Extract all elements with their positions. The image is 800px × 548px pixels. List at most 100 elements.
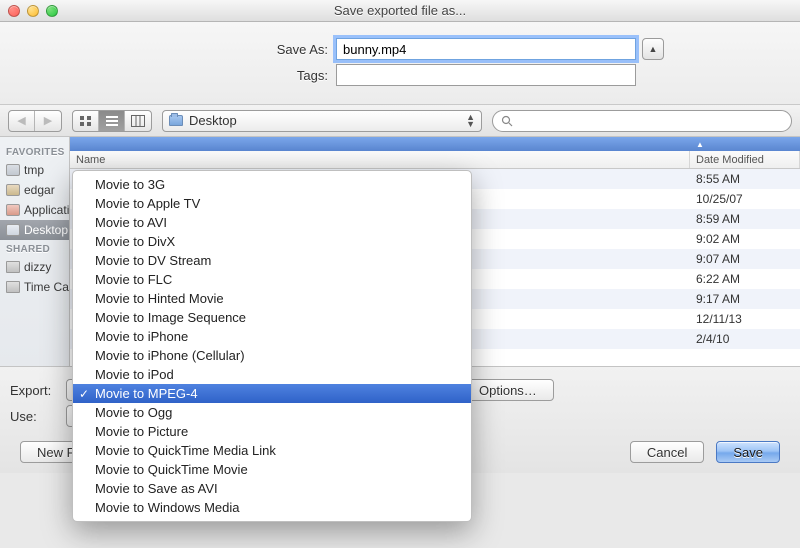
- chevron-left-icon: ◀: [17, 114, 25, 127]
- menu-item[interactable]: Movie to Picture: [73, 422, 471, 441]
- menu-item[interactable]: Movie to iPhone (Cellular): [73, 346, 471, 365]
- list-view-button[interactable]: [99, 111, 125, 131]
- nav-segment: ◀ ▶: [8, 110, 62, 132]
- sidebar-item-label: Desktop: [24, 223, 68, 237]
- menu-item[interactable]: Movie to Hinted Movie: [73, 289, 471, 308]
- menu-item[interactable]: Movie to QuickTime Movie: [73, 460, 471, 479]
- expand-browser-button[interactable]: ▲: [642, 38, 664, 60]
- sidebar-item[interactable]: edgar: [0, 180, 69, 200]
- back-button[interactable]: ◀: [9, 111, 35, 131]
- cell-date: 9:17 AM: [690, 292, 800, 306]
- cancel-button[interactable]: Cancel: [630, 441, 704, 463]
- sidebar-item[interactable]: dizzy: [0, 257, 69, 277]
- menu-item-label: Movie to QuickTime Movie: [95, 462, 248, 477]
- tags-input[interactable]: [336, 64, 636, 86]
- sidebar: FAVORITES tmpedgarApplicationsDesktop SH…: [0, 137, 70, 366]
- menu-item[interactable]: Movie to Save as AVI: [73, 479, 471, 498]
- menu-item[interactable]: Movie to iPod: [73, 365, 471, 384]
- column-view-button[interactable]: [125, 111, 151, 131]
- location-label: Desktop: [189, 113, 237, 128]
- sidebar-item[interactable]: Desktop: [0, 220, 69, 240]
- export-format-menu[interactable]: Movie to 3G Movie to Apple TV Movie to AVI…: [72, 170, 472, 522]
- filename-input[interactable]: [336, 38, 636, 60]
- cell-date: 6:22 AM: [690, 272, 800, 286]
- options-button[interactable]: Options…: [462, 379, 554, 401]
- disk-icon: [6, 281, 20, 293]
- menu-item-label: Movie to iPhone: [95, 329, 188, 344]
- save-form: Save As: ▲ Tags:: [0, 22, 800, 105]
- browser-toolbar: ◀ ▶ Desktop ▲▼: [0, 105, 800, 137]
- menu-item[interactable]: Movie to Ogg: [73, 403, 471, 422]
- menu-item[interactable]: Movie to iPhone: [73, 327, 471, 346]
- sidebar-item[interactable]: Time Capsule: [0, 277, 69, 297]
- menu-item-label: Movie to iPhone (Cellular): [95, 348, 245, 363]
- menu-item[interactable]: Movie to Image Sequence: [73, 308, 471, 327]
- menu-item-label: Movie to DV Stream: [95, 253, 211, 268]
- minimize-icon[interactable]: [27, 5, 39, 17]
- sidebar-item-label: Applications: [24, 203, 70, 217]
- list-header: Name Date Modified: [70, 151, 800, 169]
- menu-item-label: Movie to 3G: [95, 177, 165, 192]
- column-date[interactable]: Date Modified: [690, 151, 800, 168]
- disk-icon: [6, 261, 20, 273]
- home-icon: [6, 184, 20, 196]
- sidebar-item[interactable]: Applications: [0, 200, 69, 220]
- check-icon: ✓: [79, 387, 89, 401]
- folder-icon: [6, 224, 20, 236]
- titlebar: Save exported file as...: [0, 0, 800, 22]
- columns-icon: [131, 115, 145, 127]
- sidebar-item-label: tmp: [24, 163, 44, 177]
- cell-date: 8:59 AM: [690, 212, 800, 226]
- menu-item[interactable]: Movie to DivX: [73, 232, 471, 251]
- zoom-icon[interactable]: [46, 5, 58, 17]
- view-segment: [72, 110, 152, 132]
- menu-item-label: Movie to Save as AVI: [95, 481, 218, 496]
- export-label: Export:: [10, 383, 60, 398]
- menu-item-label: Movie to FLC: [95, 272, 172, 287]
- location-popup[interactable]: Desktop ▲▼: [162, 110, 482, 132]
- column-header-selected[interactable]: ▲: [70, 137, 800, 151]
- search-field[interactable]: [492, 110, 792, 132]
- cell-date: 10/25/07: [690, 192, 800, 206]
- menu-item[interactable]: Movie to AVI: [73, 213, 471, 232]
- cell-date: 2/4/10: [690, 332, 800, 346]
- menu-item-label: Movie to Hinted Movie: [95, 291, 224, 306]
- menu-item-label: Movie to Image Sequence: [95, 310, 246, 325]
- menu-item-label: Movie to Windows Media: [95, 500, 240, 515]
- menu-item[interactable]: Movie to Windows Media: [73, 498, 471, 517]
- menu-item[interactable]: Movie to FLC: [73, 270, 471, 289]
- sidebar-favorites-header: FAVORITES: [0, 143, 69, 160]
- menu-item[interactable]: ✓Movie to MPEG-4: [73, 384, 471, 403]
- use-label: Use:: [10, 409, 60, 424]
- sidebar-item-label: edgar: [24, 183, 55, 197]
- column-name-label: Name: [76, 154, 105, 166]
- menu-item[interactable]: Movie to QuickTime Media Link: [73, 441, 471, 460]
- menu-item-label: Movie to Ogg: [95, 405, 172, 420]
- search-input[interactable]: [517, 113, 783, 129]
- icon-view-button[interactable]: [73, 111, 99, 131]
- menu-item-label: Movie to DivX: [95, 234, 175, 249]
- list-icon: [105, 115, 119, 127]
- folder-icon: [6, 164, 20, 176]
- menu-item-label: Movie to Picture: [95, 424, 188, 439]
- window-controls: [8, 5, 58, 17]
- window-title: Save exported file as...: [0, 3, 800, 18]
- sidebar-item[interactable]: tmp: [0, 160, 69, 180]
- column-name[interactable]: Name: [70, 151, 690, 168]
- app-icon: [6, 204, 20, 216]
- menu-item-label: Movie to Apple TV: [95, 196, 200, 211]
- forward-button[interactable]: ▶: [35, 111, 61, 131]
- close-icon[interactable]: [8, 5, 20, 17]
- menu-item-label: Movie to iPod: [95, 367, 174, 382]
- updown-arrows-icon: ▲▼: [466, 114, 475, 128]
- menu-item[interactable]: Movie to DV Stream: [73, 251, 471, 270]
- chevron-right-icon: ▶: [44, 114, 52, 127]
- menu-item[interactable]: Movie to Apple TV: [73, 194, 471, 213]
- menu-item[interactable]: Movie to 3G: [73, 175, 471, 194]
- sidebar-item-label: dizzy: [24, 260, 51, 274]
- menu-item-label: Movie to QuickTime Media Link: [95, 443, 276, 458]
- folder-icon: [169, 115, 183, 126]
- cell-date: 9:02 AM: [690, 232, 800, 246]
- grid-icon: [79, 115, 93, 127]
- save-button[interactable]: Save: [716, 441, 780, 463]
